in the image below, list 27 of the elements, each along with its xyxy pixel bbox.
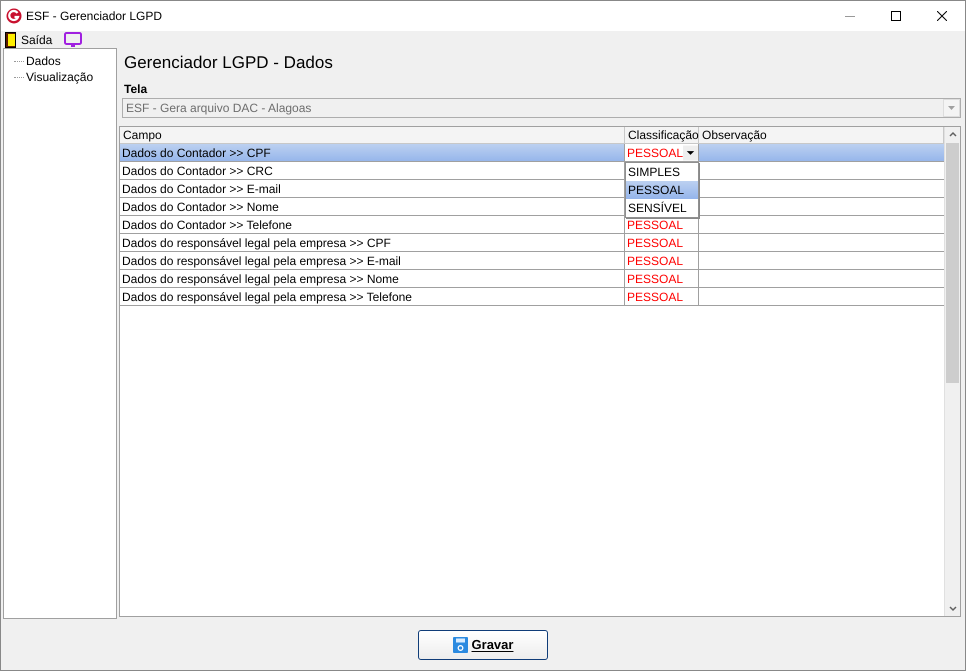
window-title: ESF - Gerenciador LGPD [26, 8, 162, 25]
tree-item[interactable]: Dados [26, 52, 61, 70]
table-cell-text: PESSOAL [626, 270, 684, 288]
table-row[interactable]: Dados do Contador >> Telefone PESSOAL [120, 216, 944, 234]
maximize-icon [891, 11, 901, 21]
app-logo-icon [6, 8, 22, 24]
scrollbar-thumb[interactable] [946, 143, 959, 383]
table-cell-text: PESSOAL [626, 216, 684, 234]
table-row[interactable]: Dados do responsável legal pela empresa >> Telefone PESSOAL [120, 288, 944, 306]
door-icon [5, 32, 16, 48]
save-button[interactable]: Gravar [418, 630, 548, 660]
table-row[interactable]: Dados do Contador >> CPF PESSOAL [120, 144, 944, 162]
table-row[interactable]: Dados do responsável legal pela empresa >> Nome PESSOAL [120, 270, 944, 288]
table-cell-text: PESSOAL [626, 234, 684, 252]
table-row[interactable]: Dados do responsável legal pela empresa >> E-mail PESSOAL [120, 252, 944, 270]
page-heading: Gerenciador LGPD - Dados [124, 52, 334, 74]
vertical-scrollbar[interactable] [944, 127, 960, 616]
tree-item[interactable]: Visualização [26, 68, 94, 86]
monitor-icon[interactable] [64, 32, 82, 48]
tela-label: Tela [124, 81, 148, 98]
table-cell: Dados do responsável legal pela empresa >> Telefone [120, 288, 625, 306]
table-row[interactable]: Dados do responsável legal pela empresa >> CPF PESSOAL [120, 234, 944, 252]
table-cell-text: PESSOAL [626, 252, 684, 270]
classification-combo[interactable]: PESSOAL [625, 144, 698, 161]
close-icon [937, 11, 947, 21]
dropdown-option[interactable]: PESSOAL [626, 181, 698, 199]
table-cell-text: PESSOAL [626, 288, 684, 306]
